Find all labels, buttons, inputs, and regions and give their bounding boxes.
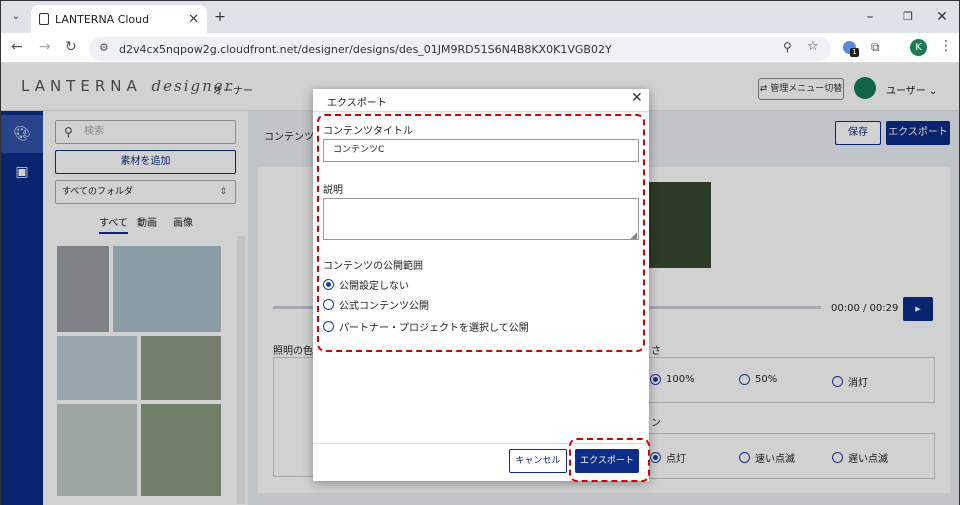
dialog-title: エクスポート <box>327 98 387 109</box>
profile-avatar[interactable]: K <box>910 39 927 56</box>
tab-search-icon[interactable]: ⌄ <box>7 3 25 31</box>
zoom-icon[interactable]: ⚲ <box>783 40 792 54</box>
extensions-puzzle-icon[interactable]: ⧉ <box>871 40 880 55</box>
browser-menu-icon[interactable]: ⋮ <box>939 38 953 54</box>
cancel-button[interactable]: キャンセル <box>509 449 567 473</box>
restore-icon[interactable]: ❐ <box>899 3 917 31</box>
highlight-export-button <box>569 438 650 482</box>
tab-close-icon[interactable]: ✕ <box>188 12 199 27</box>
site-info-icon[interactable]: ⚙ <box>99 41 109 54</box>
new-tab-icon[interactable]: + <box>211 3 229 31</box>
browser-toolbar: ← → ↻ ⚙ d2v4cx5nqpow2g.cloudfront.net/de… <box>1 33 959 63</box>
browser-tab-bar: ⌄ LANTERNA Cloud ✕ + – ❐ ✕ <box>1 1 959 33</box>
window-close-icon[interactable]: ✕ <box>933 3 951 31</box>
address-bar[interactable]: ⚙ d2v4cx5nqpow2g.cloudfront.net/designer… <box>89 37 831 61</box>
dialog-divider <box>313 111 649 112</box>
close-icon[interactable]: ✕ <box>631 90 643 106</box>
minimize-icon[interactable]: – <box>861 3 879 31</box>
back-icon[interactable]: ← <box>11 39 23 55</box>
bookmark-star-icon[interactable]: ☆ <box>807 39 819 54</box>
tab-title: LANTERNA Cloud <box>55 12 150 26</box>
extension-badge: 1 <box>850 48 859 57</box>
reload-icon[interactable]: ↻ <box>65 39 77 55</box>
highlight-form-area <box>317 114 645 352</box>
page-favicon-icon <box>39 13 49 25</box>
browser-tab[interactable]: LANTERNA Cloud ✕ <box>31 5 207 33</box>
forward-icon[interactable]: → <box>39 39 51 55</box>
url-text: d2v4cx5nqpow2g.cloudfront.net/designer/d… <box>119 42 612 56</box>
